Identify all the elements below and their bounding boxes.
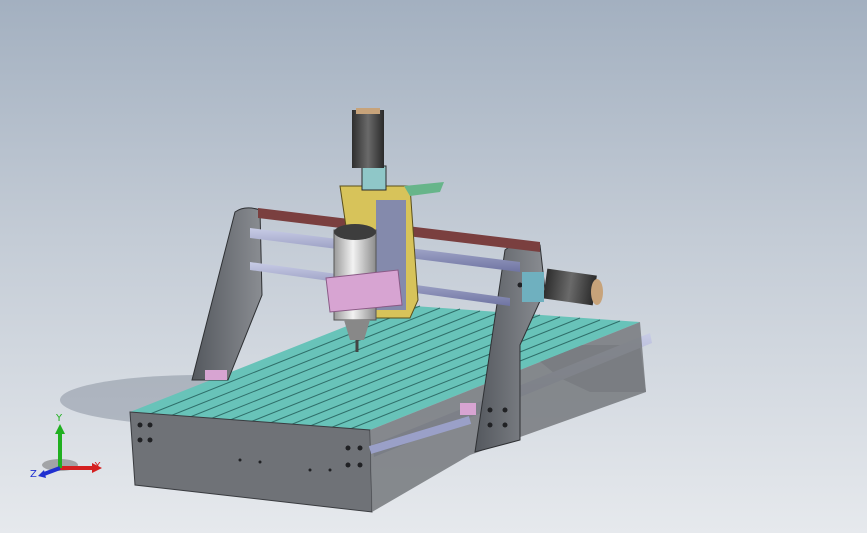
y-motor-mount bbox=[522, 272, 544, 302]
z-motor-top bbox=[356, 108, 380, 114]
x-axis-label: X bbox=[94, 461, 101, 472]
y-stepper-motor bbox=[543, 268, 597, 306]
y-motor-shaft-end bbox=[591, 279, 603, 305]
view-orientation-triad[interactable]: X Y Z bbox=[30, 410, 110, 490]
front-frame-plate bbox=[129, 411, 373, 513]
left-bearing-block bbox=[205, 370, 227, 380]
z-stepper-motor bbox=[352, 110, 384, 168]
triad-graphic bbox=[38, 424, 102, 478]
spindle-top-cap bbox=[334, 224, 376, 240]
y-axis-label: Y bbox=[56, 413, 63, 424]
x-carriage-bracket bbox=[404, 182, 444, 196]
y-axis-arrowhead bbox=[55, 424, 65, 434]
cad-viewport[interactable]: X Y Z bbox=[0, 0, 867, 533]
z-axis-label: Z bbox=[30, 469, 37, 480]
right-bearing-block bbox=[460, 403, 476, 415]
z-coupler bbox=[361, 165, 387, 191]
z-axis-arrowhead bbox=[38, 470, 46, 478]
cnc-router-model bbox=[60, 108, 652, 513]
spindle-clamp bbox=[325, 269, 403, 313]
